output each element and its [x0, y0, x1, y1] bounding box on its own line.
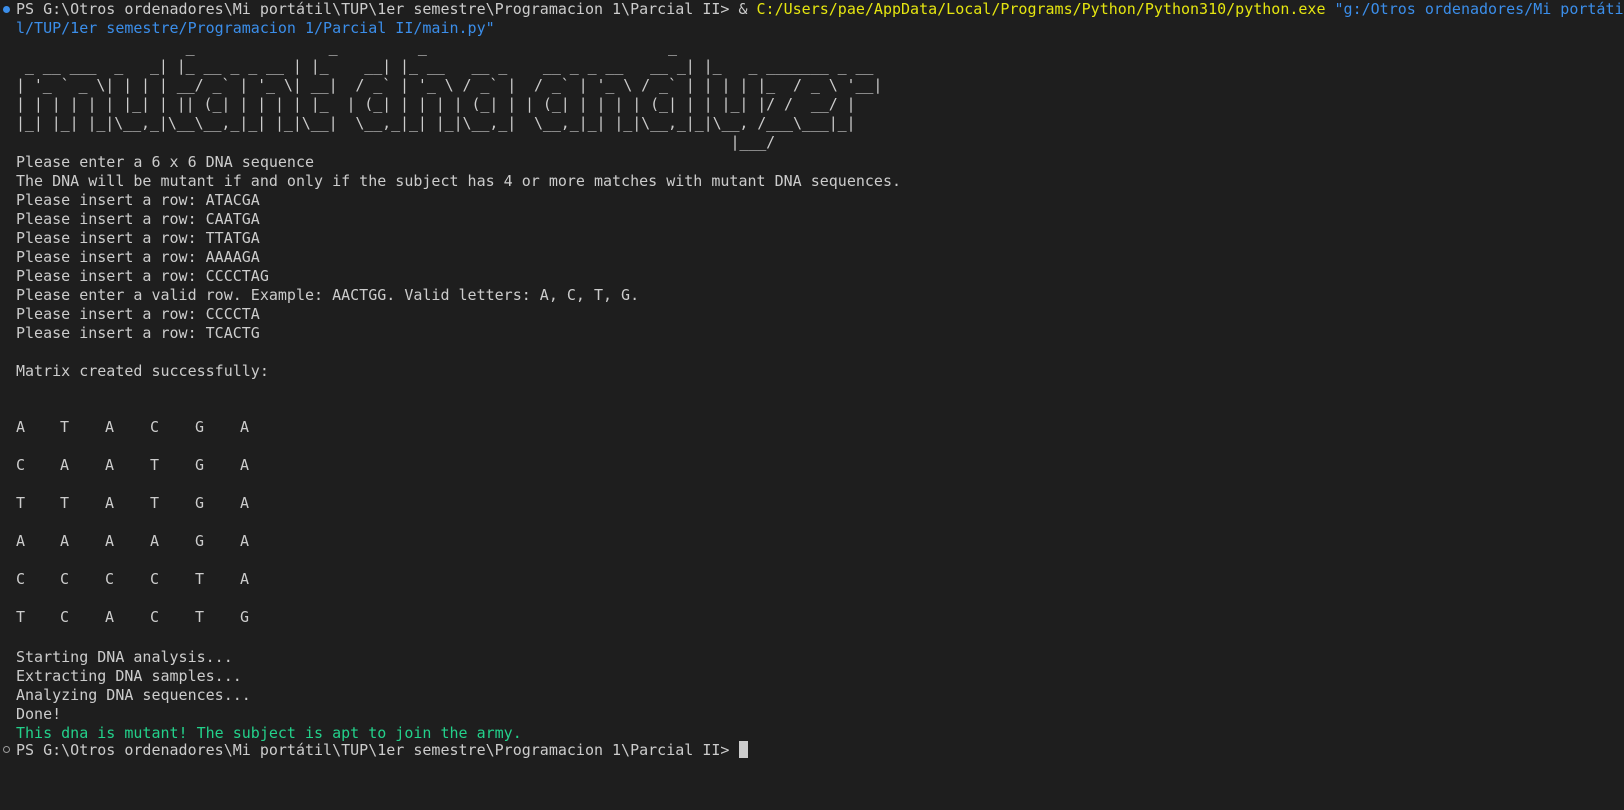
- analysis-line: Extracting DNA samples...: [16, 667, 242, 685]
- matrix-cell: T: [195, 608, 205, 626]
- prompt-path: PS G:\Otros ordenadores\Mi portátil\TUP\…: [16, 0, 730, 18]
- matrix-cell: A: [105, 494, 115, 512]
- matrix-cell: A: [105, 532, 115, 550]
- final-prompt-text: PS G:\Otros ordenadores\Mi portátil\TUP\…: [16, 741, 739, 759]
- matrix-cell: T: [16, 494, 26, 512]
- rule-message: The DNA will be mutant if and only if th…: [16, 172, 902, 190]
- matrix-cell: C: [105, 570, 115, 588]
- python-executable: C:/Users/pae/AppData/Local/Programs/Pyth…: [756, 0, 1326, 18]
- text-cursor: [739, 741, 749, 758]
- input-line: Please insert a row: ATACGA: [16, 191, 260, 209]
- matrix-cell: G: [195, 494, 205, 512]
- command-status-pending-icon[interactable]: [3, 746, 10, 753]
- ascii-banner-line: |___/: [16, 133, 901, 151]
- matrix-cell: C: [150, 608, 160, 626]
- input-line: Please insert a row: AAAAGA: [16, 248, 260, 266]
- matrix-cell: G: [195, 456, 205, 474]
- matrix-cell: A: [105, 456, 115, 474]
- script-argument-continued: l/TUP/1er semestre/Programacion 1/Parcia…: [16, 19, 495, 37]
- matrix-cell: A: [105, 608, 115, 626]
- matrix-cell: T: [195, 570, 205, 588]
- input-line: Please enter a valid row. Example: AACTG…: [16, 286, 640, 304]
- matrix-cell: T: [60, 418, 70, 436]
- input-line: Please insert a row: TCACTG: [16, 324, 260, 342]
- analysis-line: Done!: [16, 705, 62, 723]
- matrix-cell: T: [150, 494, 160, 512]
- ascii-banner-line: _ _ _ _: [16, 38, 883, 56]
- matrix-cell: A: [240, 456, 250, 474]
- matrix-cell: T: [60, 494, 70, 512]
- analysis-line: Analyzing DNA sequences...: [16, 686, 251, 704]
- terminal-output[interactable]: PS G:\Otros ordenadores\Mi portátil\TUP\…: [0, 0, 1624, 810]
- command-operator: &: [729, 0, 757, 18]
- matrix-cell: A: [240, 418, 250, 436]
- matrix-cell: T: [16, 608, 26, 626]
- matrix-cell: A: [105, 418, 115, 436]
- input-line: Please insert a row: CCCCTAG: [16, 267, 269, 285]
- matrix-cell: A: [240, 570, 250, 588]
- matrix-cell: A: [16, 418, 26, 436]
- command-line: PS G:\Otros ordenadores\Mi portátil\TUP\…: [16, 0, 1624, 19]
- matrix-cell: C: [16, 570, 26, 588]
- ascii-banner-line: _ __ ___ _ _| |_ __ _ _ __ | |_ __| |_ _…: [16, 57, 883, 75]
- matrix-cell: A: [240, 494, 250, 512]
- ascii-banner-line: |_| |_| |_|\__,_|\__\__,_|_| |_|\__| \__…: [16, 114, 883, 132]
- input-line: Please insert a row: CAATGA: [16, 210, 260, 228]
- ascii-banner-line: | | | | | | |_| | || (_| | | | | |_ | (_…: [16, 95, 883, 113]
- matrix-cell: A: [60, 532, 70, 550]
- analysis-line: Starting DNA analysis...: [16, 648, 233, 666]
- matrix-cell: C: [150, 418, 160, 436]
- matrix-cell: A: [16, 532, 26, 550]
- matrix-cell: C: [16, 456, 26, 474]
- matrix-cell: A: [150, 532, 160, 550]
- command-status-success-icon[interactable]: [3, 6, 10, 13]
- matrix-cell: G: [195, 532, 205, 550]
- matrix-cell: C: [150, 570, 160, 588]
- matrix-cell: G: [195, 418, 205, 436]
- matrix-cell: A: [60, 456, 70, 474]
- ascii-banner-line: | '_ ` _ \| | | | __/ _` | '_ \| __| / _…: [16, 76, 883, 94]
- input-line: Please insert a row: TTATGA: [16, 229, 260, 247]
- matrix-cell: A: [240, 532, 250, 550]
- input-line: Please insert a row: CCCCTA: [16, 305, 260, 323]
- enter-sequence-message: Please enter a 6 x 6 DNA sequence: [16, 153, 315, 171]
- matrix-cell: T: [150, 456, 160, 474]
- final-prompt[interactable]: PS G:\Otros ordenadores\Mi portátil\TUP\…: [16, 741, 749, 760]
- matrix-cell: C: [60, 608, 70, 626]
- script-argument: "g:/Otros ordenadores/Mi portáti: [1325, 0, 1624, 18]
- matrix-cell: C: [60, 570, 70, 588]
- matrix-created-message: Matrix created successfully:: [16, 362, 269, 380]
- matrix-cell: G: [240, 608, 250, 626]
